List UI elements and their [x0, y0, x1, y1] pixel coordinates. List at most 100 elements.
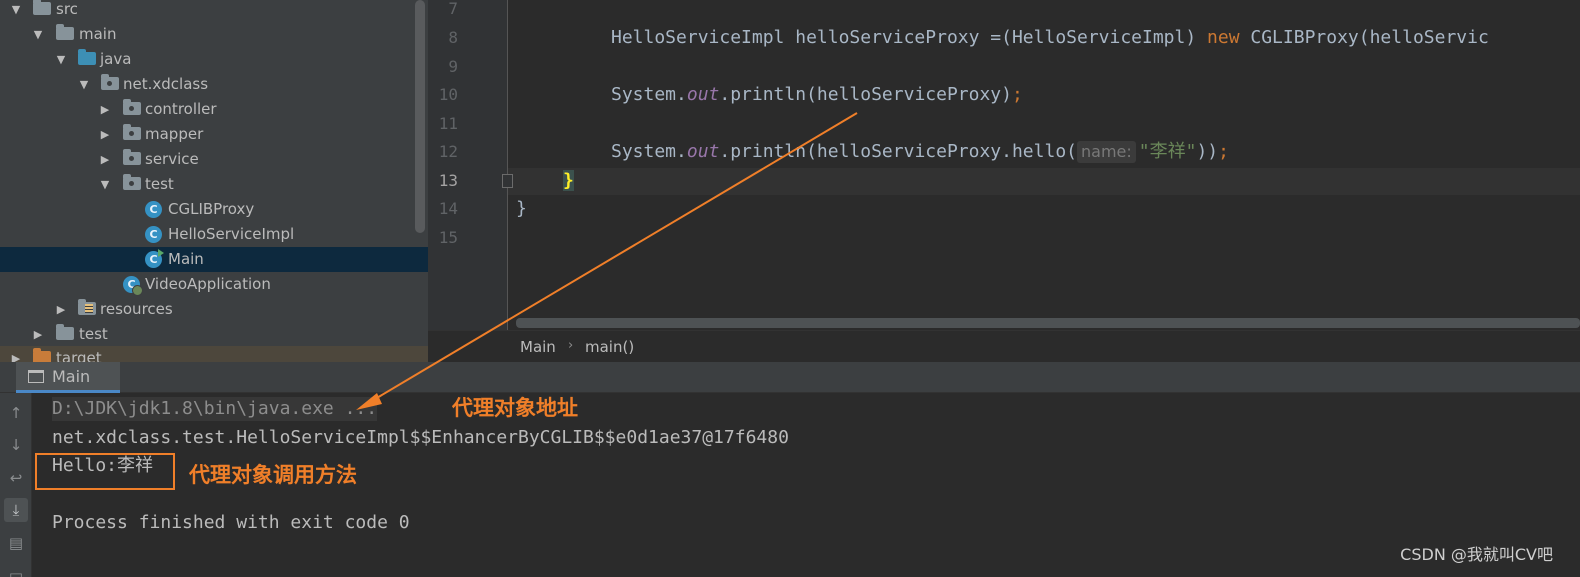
tab-main-run[interactable]: Main	[16, 362, 120, 393]
tree-item-label: java	[100, 50, 132, 68]
scroll-to-end-icon[interactable]: ⤓	[4, 498, 28, 522]
collapse-arrow-icon[interactable]: ▶	[98, 97, 112, 122]
expand-arrow-icon[interactable]: ▼	[9, 0, 23, 22]
collapse-arrow-icon[interactable]: ▶	[9, 346, 23, 362]
java-class-icon: C	[145, 201, 162, 218]
soft-wrap-icon[interactable]: ↩	[4, 466, 28, 490]
folder-icon	[33, 0, 51, 15]
tree-item-test-folder[interactable]: ▶ test	[0, 322, 428, 347]
console-icon	[28, 370, 44, 383]
resources-folder-icon	[78, 299, 96, 315]
breadcrumb: Main › main()	[428, 330, 1580, 362]
line-number: 11	[438, 114, 458, 133]
annotation-proxy-method-call: 代理对象调用方法	[189, 463, 357, 487]
tree-item-label: test	[145, 175, 174, 193]
tree-item-controller[interactable]: ▶ controller	[0, 97, 428, 122]
folder-icon	[56, 24, 74, 40]
tree-item-target[interactable]: ▶ target	[0, 346, 428, 362]
console-command-line: D:\JDK\jdk1.8\bin\java.exe ...	[52, 397, 378, 421]
tree-item-mapper[interactable]: ▶ mapper	[0, 122, 428, 147]
line-number: 15	[438, 228, 458, 247]
tree-item-label: CGLIBProxy	[168, 200, 255, 218]
console-line: net.xdclass.test.HelloServiceImpl$$Enhan…	[52, 427, 789, 448]
expand-arrow-icon[interactable]: ▼	[54, 47, 68, 72]
up-arrow-icon[interactable]: ↑	[4, 401, 28, 425]
expand-arrow-icon[interactable]: ▼	[77, 72, 91, 97]
tree-item-label: HelloServiceImpl	[168, 225, 295, 243]
tree-scrollbar[interactable]	[415, 0, 425, 233]
package-icon	[123, 149, 141, 165]
print-icon[interactable]: ▤	[4, 531, 28, 555]
tree-item-test-package[interactable]: ▼ test	[0, 172, 428, 197]
fold-marker-icon[interactable]	[502, 174, 513, 188]
package-icon	[123, 124, 141, 140]
tree-item-java[interactable]: ▼ java	[0, 47, 428, 72]
tree-item-label: mapper	[145, 125, 204, 143]
tree-item-src[interactable]: ▼ src	[0, 0, 428, 22]
tree-item-label: Main	[168, 250, 204, 268]
line-number: 14	[438, 199, 458, 218]
collapse-arrow-icon[interactable]: ▶	[98, 122, 112, 147]
run-tab-label: Main	[52, 367, 91, 386]
current-line-number: 13	[438, 171, 458, 190]
package-icon	[123, 99, 141, 115]
watermark: CSDN @我就叫CV吧	[1400, 545, 1553, 564]
tree-item-label: resources	[100, 300, 173, 318]
runnable-class-icon: C	[145, 249, 164, 268]
package-icon	[101, 74, 119, 90]
current-line-highlight	[508, 168, 1580, 195]
code-line-10: System.out.println(helloServiceProxy);	[611, 84, 1023, 105]
annotation-proxy-address: 代理对象地址	[452, 396, 578, 420]
editor-horizontal-scrollbar[interactable]	[516, 318, 1580, 328]
tree-item-net-xdclass[interactable]: ▼ net.xdclass	[0, 72, 428, 97]
java-class-icon: C	[145, 226, 162, 243]
parameter-hint: name:	[1077, 141, 1136, 163]
run-tab-bar: Main	[0, 362, 1580, 393]
code-line-13: }	[563, 169, 574, 193]
run-toolbar: ↑ ↓ ↩ ⤓ ▤ ▭	[0, 393, 32, 577]
gutter-divider	[507, 0, 508, 330]
tree-item-videoapplication[interactable]: C VideoApplication	[0, 272, 428, 297]
tree-item-resources[interactable]: ▶ resources	[0, 297, 428, 322]
breadcrumb-class[interactable]: Main	[520, 338, 556, 356]
project-tree: ▼ src ▼ main ▼ java ▼ net.xdclass ▶ cont…	[0, 0, 428, 362]
tree-item-service[interactable]: ▶ service	[0, 147, 428, 172]
tree-item-main[interactable]: ▼ main	[0, 22, 428, 47]
matched-brace: }	[563, 170, 574, 191]
tree-item-label: VideoApplication	[145, 275, 271, 293]
breadcrumb-chevron-icon: ›	[568, 338, 574, 353]
code-line-8: HelloServiceImpl helloServiceProxy =(Hel…	[611, 27, 1489, 48]
tree-item-label: net.xdclass	[123, 75, 209, 93]
package-icon	[123, 174, 141, 190]
trash-icon[interactable]: ▭	[4, 563, 28, 577]
line-number: 7	[448, 0, 458, 18]
tree-item-label: target	[56, 349, 102, 362]
expand-arrow-icon[interactable]: ▼	[31, 22, 45, 47]
code-line-12: System.out.println(helloServiceProxy.hel…	[611, 141, 1229, 163]
tree-item-label: controller	[145, 100, 217, 118]
collapse-arrow-icon[interactable]: ▶	[31, 322, 45, 347]
tree-item-label: service	[145, 150, 199, 168]
down-arrow-icon[interactable]: ↓	[4, 433, 28, 457]
line-number: 12	[438, 142, 458, 161]
folder-icon	[56, 324, 74, 340]
line-number: 8	[448, 28, 458, 47]
tree-item-helloserviceimpl[interactable]: C HelloServiceImpl	[0, 222, 428, 247]
line-number-gutter: 7 8 9 10 11 12 13 14 15	[428, 0, 508, 330]
source-folder-icon	[78, 49, 96, 65]
highlight-box	[35, 453, 175, 490]
tree-item-label: main	[79, 25, 117, 43]
breadcrumb-method[interactable]: main()	[585, 338, 634, 356]
collapse-arrow-icon[interactable]: ▶	[54, 297, 68, 322]
collapse-arrow-icon[interactable]: ▶	[98, 147, 112, 172]
excluded-folder-icon	[33, 348, 51, 362]
code-editor[interactable]: 7 8 9 10 11 12 13 14 15 HelloServiceImpl…	[428, 0, 1580, 362]
line-number: 10	[438, 85, 458, 104]
console-exit-line: Process finished with exit code 0	[52, 512, 410, 533]
tree-item-main-class[interactable]: C Main	[0, 247, 428, 272]
code-line-14: }	[516, 198, 527, 219]
tree-item-cglibproxy[interactable]: C CGLIBProxy	[0, 197, 428, 222]
expand-arrow-icon[interactable]: ▼	[98, 172, 112, 197]
tree-item-label: src	[56, 0, 78, 18]
line-number: 9	[448, 57, 458, 76]
